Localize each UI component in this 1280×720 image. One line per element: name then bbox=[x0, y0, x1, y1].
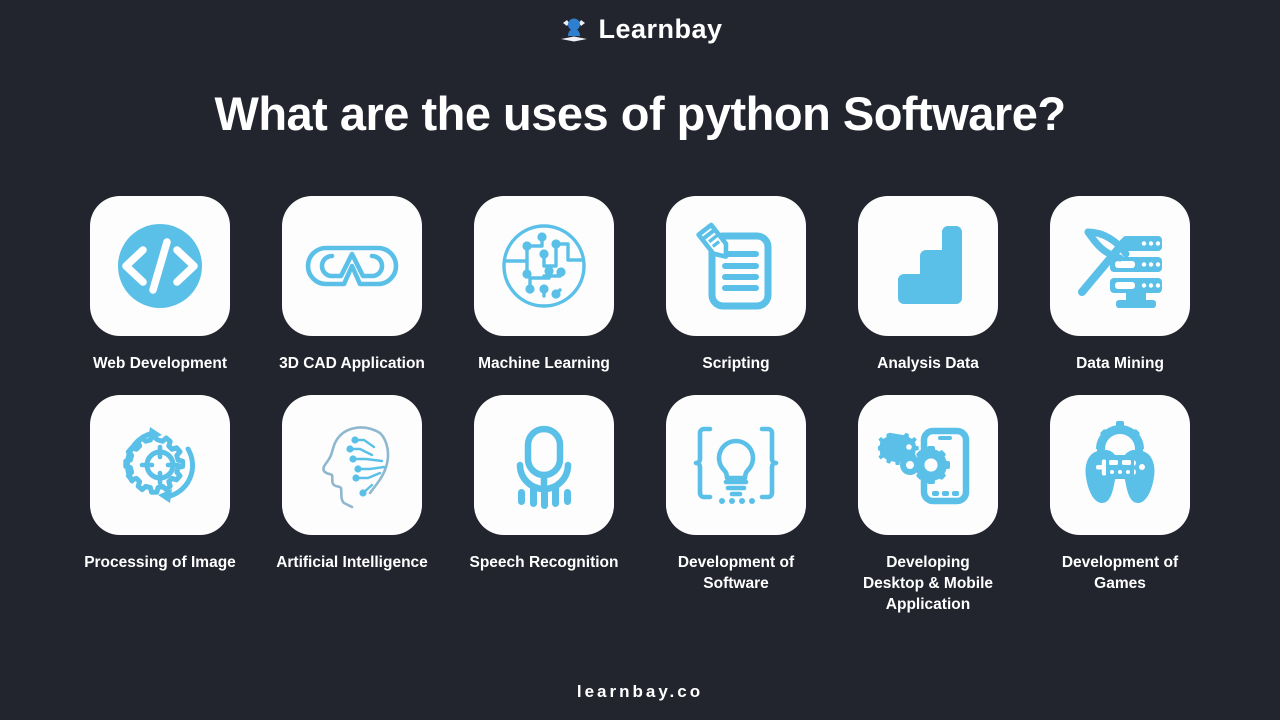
grid-item-label: Analysis Data bbox=[877, 355, 979, 372]
grid-item-label: Artificial Intelligence bbox=[276, 553, 428, 571]
grid-item-analysis-data: Analysis Data bbox=[832, 196, 1024, 375]
icon-tile bbox=[282, 196, 422, 336]
grid-item-data-mining: Data Mining bbox=[1024, 196, 1216, 375]
document-pencil-icon bbox=[686, 216, 786, 316]
microphone-soundwave-icon bbox=[494, 415, 594, 515]
icon-tile bbox=[90, 196, 230, 336]
grid-item-3d-cad-application: 3D CAD Application bbox=[256, 196, 448, 375]
grid-item-machine-learning: Machine Learning bbox=[448, 196, 640, 375]
brand-name: Learnbay bbox=[598, 13, 723, 44]
smartphone-gears-icon bbox=[878, 415, 978, 515]
grid-item-label: Developing Desktop & Mobile Application bbox=[862, 553, 994, 613]
code-brackets-circle-icon bbox=[110, 216, 210, 316]
icon-tile bbox=[282, 394, 422, 535]
cad-goggles-outline-icon bbox=[302, 216, 402, 316]
icon-tile bbox=[474, 196, 614, 336]
grid-item-processing-of-image: Processing of Image bbox=[64, 394, 256, 616]
grid-item-label: Development of Software bbox=[677, 553, 795, 592]
icon-tile bbox=[858, 394, 998, 535]
grid-item-speech-recognition: Speech Recognition bbox=[448, 394, 640, 616]
grid-item-label: Web Development bbox=[92, 355, 228, 372]
grid-item-label: Machine Learning bbox=[478, 355, 610, 372]
grid-item-label: Development of Games bbox=[1061, 553, 1179, 592]
icon-tile bbox=[1050, 394, 1190, 535]
grid-item-label: Speech Recognition bbox=[469, 553, 619, 571]
grid-item-artificial-intelligence: Artificial Intelligence bbox=[256, 394, 448, 616]
brand-header: Learnbay bbox=[0, 12, 1280, 46]
grid-item-label: 3D CAD Application bbox=[279, 355, 425, 372]
icon-tile bbox=[474, 394, 614, 535]
infographic-page: Learnbay What are the uses of python Sof… bbox=[0, 0, 1280, 720]
uses-grid: Web Development 3D CAD Application Machi… bbox=[64, 196, 1216, 616]
grid-item-label: Scripting bbox=[702, 355, 770, 372]
icon-tile bbox=[858, 196, 998, 336]
pickaxe-server-rack-icon bbox=[1070, 216, 1170, 316]
icon-tile bbox=[666, 196, 806, 336]
learnbay-logo-icon bbox=[557, 12, 591, 46]
icon-tile bbox=[666, 394, 806, 535]
footer-website: learnbay.co bbox=[576, 682, 704, 701]
grid-item-label: Processing of Image bbox=[84, 553, 236, 571]
icon-tile bbox=[1050, 196, 1190, 336]
grid-item-development-of-software: Development of Software bbox=[640, 394, 832, 616]
bar-stairs-chart-icon bbox=[878, 216, 978, 316]
grid-item-web-development: Web Development bbox=[64, 196, 256, 375]
grid-item-label: Data Mining bbox=[1076, 355, 1164, 372]
gear-refresh-arrows-icon bbox=[110, 415, 210, 515]
head-profile-neural-icon bbox=[302, 415, 402, 515]
page-title: What are the uses of python Software? bbox=[214, 87, 1066, 140]
icon-tile bbox=[90, 394, 230, 535]
lightbulb-curly-braces-icon bbox=[686, 415, 786, 515]
gamepad-gear-icon bbox=[1070, 415, 1170, 515]
circuit-network-circle-icon bbox=[494, 216, 594, 316]
grid-item-developing-desktop-mobile-application: Developing Desktop & Mobile Application bbox=[832, 394, 1024, 616]
grid-item-scripting: Scripting bbox=[640, 196, 832, 375]
grid-item-development-of-games: Development of Games bbox=[1024, 394, 1216, 616]
